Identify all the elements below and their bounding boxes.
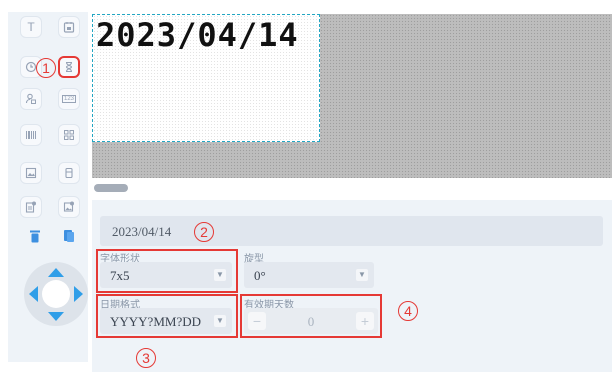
highlight-box-format <box>96 294 238 338</box>
rotation-value: 0° <box>254 268 266 283</box>
doc-tool-button[interactable] <box>20 196 42 218</box>
barcode-tool-button[interactable] <box>20 124 42 146</box>
date-tool-button[interactable] <box>58 16 80 38</box>
preview-value: 2023/04/14 <box>112 224 172 239</box>
user-tool-button[interactable] <box>20 88 42 110</box>
shape-tool-button[interactable] <box>58 162 80 184</box>
counter-tool-button[interactable]: 123 <box>58 88 80 110</box>
arrow-up-icon[interactable] <box>48 268 64 277</box>
hourglass-tool-button[interactable] <box>58 56 80 78</box>
callout-3: 3 <box>136 348 156 368</box>
barcode-icon <box>26 131 36 139</box>
arrow-down-icon[interactable] <box>48 312 64 321</box>
qrcode-tool-button[interactable] <box>58 124 80 146</box>
scrollbar-thumb[interactable] <box>94 184 128 192</box>
highlight-box-font <box>96 249 238 293</box>
canvas-date-text[interactable]: 2023/04/14 <box>96 16 299 54</box>
highlight-box-days <box>240 294 382 338</box>
preview-field: 2023/04/14 <box>100 216 603 246</box>
rotation-select[interactable]: 0° ▼ <box>244 262 374 288</box>
copy-icon[interactable] <box>63 229 75 243</box>
shape-icon <box>65 167 73 179</box>
photo-icon <box>63 201 74 212</box>
user-icon <box>25 93 36 104</box>
qrcode-icon <box>64 130 74 140</box>
chevron-down-icon: ▼ <box>356 269 368 281</box>
horizontal-scrollbar[interactable] <box>92 178 612 192</box>
hourglass-icon <box>65 61 73 73</box>
arrow-right-icon[interactable] <box>74 286 83 302</box>
image-tool-button[interactable] <box>20 162 42 184</box>
arrow-left-icon[interactable] <box>29 286 38 302</box>
calendar-icon <box>63 22 75 33</box>
callout-1: 1 <box>36 58 56 78</box>
photo-tool-button[interactable] <box>58 196 80 218</box>
text-tool-button[interactable]: T <box>20 16 42 38</box>
callout-2: 2 <box>194 222 214 242</box>
direction-pad-center[interactable] <box>42 280 70 308</box>
counter-icon: 123 <box>61 95 76 103</box>
text-icon: T <box>27 20 35 34</box>
callout-4: 4 <box>398 301 418 321</box>
trash-icon[interactable] <box>29 229 41 243</box>
image-icon <box>25 167 37 179</box>
document-icon <box>25 201 36 213</box>
